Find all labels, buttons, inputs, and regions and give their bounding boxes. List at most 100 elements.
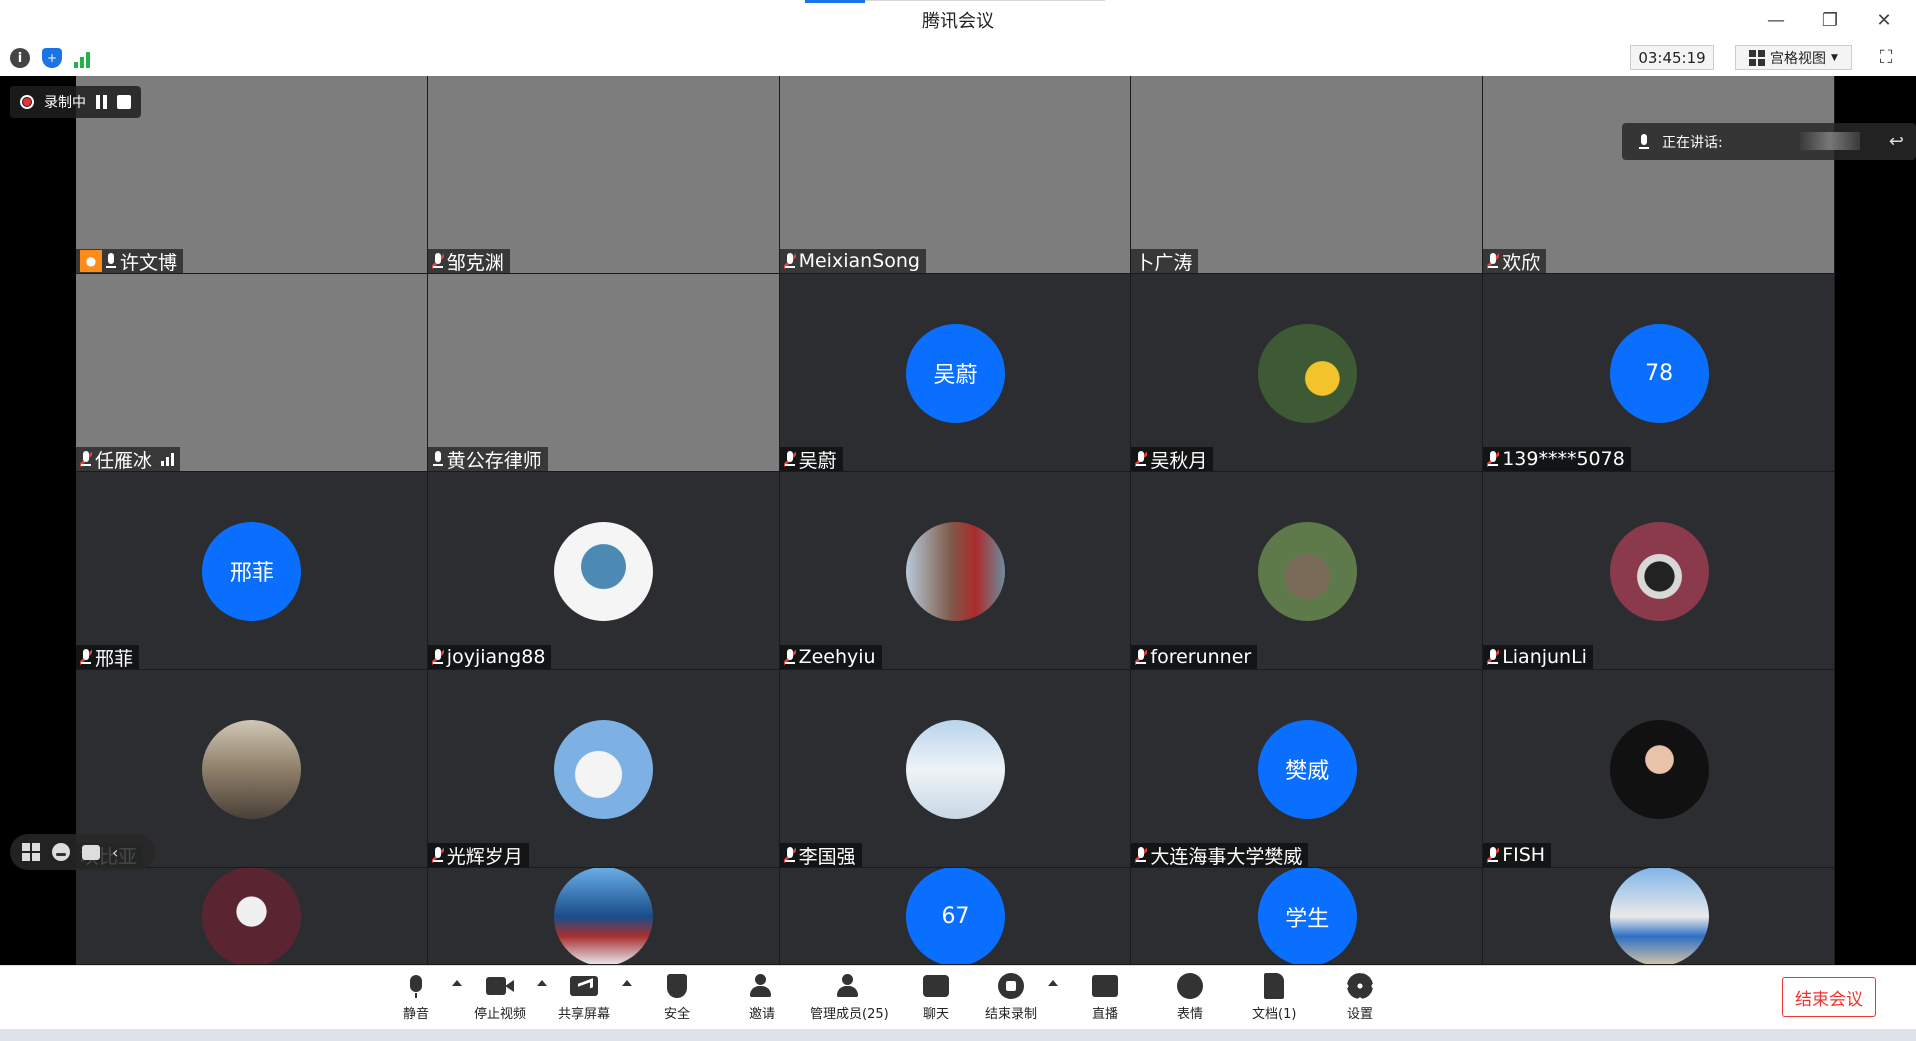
participant-name-bar: 光辉岁月 xyxy=(427,843,529,868)
participant-name: FISH xyxy=(1502,844,1546,866)
bottom-toolbar: 静音 停止视频 共享屏幕 安全 邀请 管理成员(25) 聊天 结束录制 直播 表… xyxy=(0,965,1916,1029)
mute-options-caret[interactable] xyxy=(452,980,462,986)
participant-tile[interactable]: 任雁冰 xyxy=(76,274,428,472)
participant-tile[interactable]: 78 139****5078 xyxy=(1483,274,1835,472)
collapse-icon[interactable]: ↩ xyxy=(1889,131,1904,152)
video-options-caret[interactable] xyxy=(537,980,547,986)
participant-tile[interactable]: 67 xyxy=(779,868,1132,965)
mic-muted-icon xyxy=(783,253,796,269)
participant-tile[interactable]: 樊威 大连海事大学樊威 xyxy=(1131,670,1484,868)
participant-tile[interactable]: FISH xyxy=(1483,670,1835,868)
mic-muted-icon xyxy=(431,253,444,269)
participant-tile[interactable]: 卜广涛 xyxy=(1131,76,1484,274)
participant-name-bar: 黄公存律师 xyxy=(427,447,548,472)
mic-muted-icon xyxy=(1487,253,1500,269)
reactions-label: 表情 xyxy=(1176,1007,1203,1022)
settings-label: 设置 xyxy=(1346,1007,1373,1022)
invite-button[interactable]: 邀请 xyxy=(747,972,777,1022)
emoji-icon[interactable] xyxy=(52,843,70,861)
participant-tile[interactable]: 学生 xyxy=(1131,868,1484,965)
shield-icon xyxy=(662,972,692,1000)
title-accent xyxy=(805,0,865,3)
reactions-button[interactable]: 表情 xyxy=(1175,972,1205,1022)
layout-icon[interactable] xyxy=(22,843,40,861)
participant-tile[interactable]: 邢菲 邢菲 xyxy=(76,472,428,670)
document-icon xyxy=(1259,972,1289,1000)
smile-icon xyxy=(1175,972,1205,1000)
restore-icon[interactable]: ❐ xyxy=(1816,6,1844,34)
participant-tile[interactable]: 光辉岁月 xyxy=(427,670,780,868)
live-icon xyxy=(1090,972,1120,1000)
participant-tile[interactable]: 邹克渊 xyxy=(427,76,780,274)
manage-members-button[interactable]: 管理成员(25) xyxy=(810,972,889,1022)
close-icon[interactable]: ✕ xyxy=(1870,6,1898,34)
network-signal-icon[interactable] xyxy=(74,48,94,68)
participant-tile[interactable]: 欢欣 xyxy=(1483,76,1835,274)
recording-options-caret[interactable] xyxy=(1048,980,1058,986)
participant-avatar: 78 xyxy=(1609,323,1709,423)
participant-tile[interactable]: joyjiang88 xyxy=(427,472,780,670)
mic-muted-icon xyxy=(1135,847,1148,863)
stop-video-label: 停止视频 xyxy=(474,1007,527,1022)
taskbar-strip xyxy=(0,1029,1916,1041)
participant-tile[interactable]: 李国强 xyxy=(779,670,1132,868)
recording-label: 录制中 xyxy=(44,95,86,111)
participant-name-bar: 卜广涛 xyxy=(1131,249,1199,273)
minimize-icon[interactable]: — xyxy=(1762,6,1790,34)
documents-button[interactable]: 文档(1) xyxy=(1252,972,1296,1022)
participant-tile[interactable]: LianjunLi xyxy=(1483,472,1835,670)
participant-name: 大连海事大学樊威 xyxy=(1150,845,1303,868)
participant-name: 吴秋月 xyxy=(1150,449,1208,472)
pause-recording-icon[interactable] xyxy=(96,95,107,109)
members-icon xyxy=(834,972,864,1000)
participant-tile[interactable]: MeixianSong xyxy=(779,76,1132,274)
participant-name: 邢菲 xyxy=(95,647,134,670)
mute-button[interactable]: 静音 xyxy=(401,972,431,1022)
share-options-caret[interactable] xyxy=(622,980,632,986)
info-icons: i + xyxy=(10,48,94,68)
settings-button[interactable]: 设置 xyxy=(1345,972,1375,1022)
participant-name-bar: 吴蔚 xyxy=(779,447,843,471)
video-stage: ● 许文博 邹克渊 MeixianSong 卜广涛 欢欣任雁冰 黄公存律师 吴蔚 吴蔚 吴秋月 78… xyxy=(0,76,1916,965)
participant-name-bar: ● 许文博 xyxy=(76,249,184,273)
documents-label: 文档(1) xyxy=(1252,1007,1297,1022)
stop-video-button[interactable]: 停止视频 xyxy=(474,972,526,1022)
participant-name-bar: FISH xyxy=(1483,843,1552,867)
chevron-left-icon[interactable]: ‹ xyxy=(112,843,118,862)
participant-name-bar: LianjunLi xyxy=(1483,645,1593,669)
participant-tile[interactable] xyxy=(427,868,780,965)
invite-label: 邀请 xyxy=(748,1007,775,1022)
participant-tile[interactable]: Zeehyiu xyxy=(779,472,1132,670)
participant-tile[interactable] xyxy=(76,868,428,965)
chat-button[interactable]: 聊天 xyxy=(921,972,951,1022)
share-screen-button[interactable]: 共享屏幕 xyxy=(558,972,610,1022)
participant-tile[interactable]: forerunner xyxy=(1131,472,1484,670)
end-meeting-button[interactable]: 结束会议 xyxy=(1782,977,1876,1017)
fullscreen-icon[interactable]: ⛶ xyxy=(1875,46,1897,68)
manage-members-label: 管理成员(25) xyxy=(810,1007,889,1022)
view-mode-dropdown[interactable]: 宫格视图 ▼ xyxy=(1735,45,1852,70)
chat-bubble-icon[interactable] xyxy=(82,844,100,860)
participant-avatar xyxy=(554,868,654,964)
participant-tile[interactable]: 吴秋月 xyxy=(1131,274,1484,472)
security-button[interactable]: 安全 xyxy=(662,972,692,1022)
mute-label: 静音 xyxy=(402,1007,429,1022)
participant-tile[interactable]: 吴蔚 吴蔚 xyxy=(779,274,1132,472)
security-shield-icon[interactable]: + xyxy=(42,48,62,68)
stop-recording-icon[interactable] xyxy=(117,95,131,109)
info-icon[interactable]: i xyxy=(10,48,30,68)
share-screen-icon xyxy=(569,972,599,1000)
participant-tile[interactable]: 黄公存律师 xyxy=(427,274,780,472)
title-bar: 腾讯会议 — ❐ ✕ xyxy=(0,0,1916,40)
participant-name: Zeehyiu xyxy=(798,646,876,668)
mic-muted-icon xyxy=(80,649,92,665)
participant-name: 光辉岁月 xyxy=(446,845,523,868)
participant-name: 139****5078 xyxy=(1502,448,1625,470)
mic-muted-icon xyxy=(431,649,444,665)
end-recording-button[interactable]: 结束录制 xyxy=(985,972,1037,1022)
info-bar: i + 03:45:19 宫格视图 ▼ ⛶ xyxy=(0,40,1916,76)
mic-muted-icon xyxy=(783,847,796,863)
participant-tile[interactable] xyxy=(1483,868,1835,965)
participant-name: 黄公存律师 xyxy=(446,449,542,472)
live-button[interactable]: 直播 xyxy=(1090,972,1120,1022)
